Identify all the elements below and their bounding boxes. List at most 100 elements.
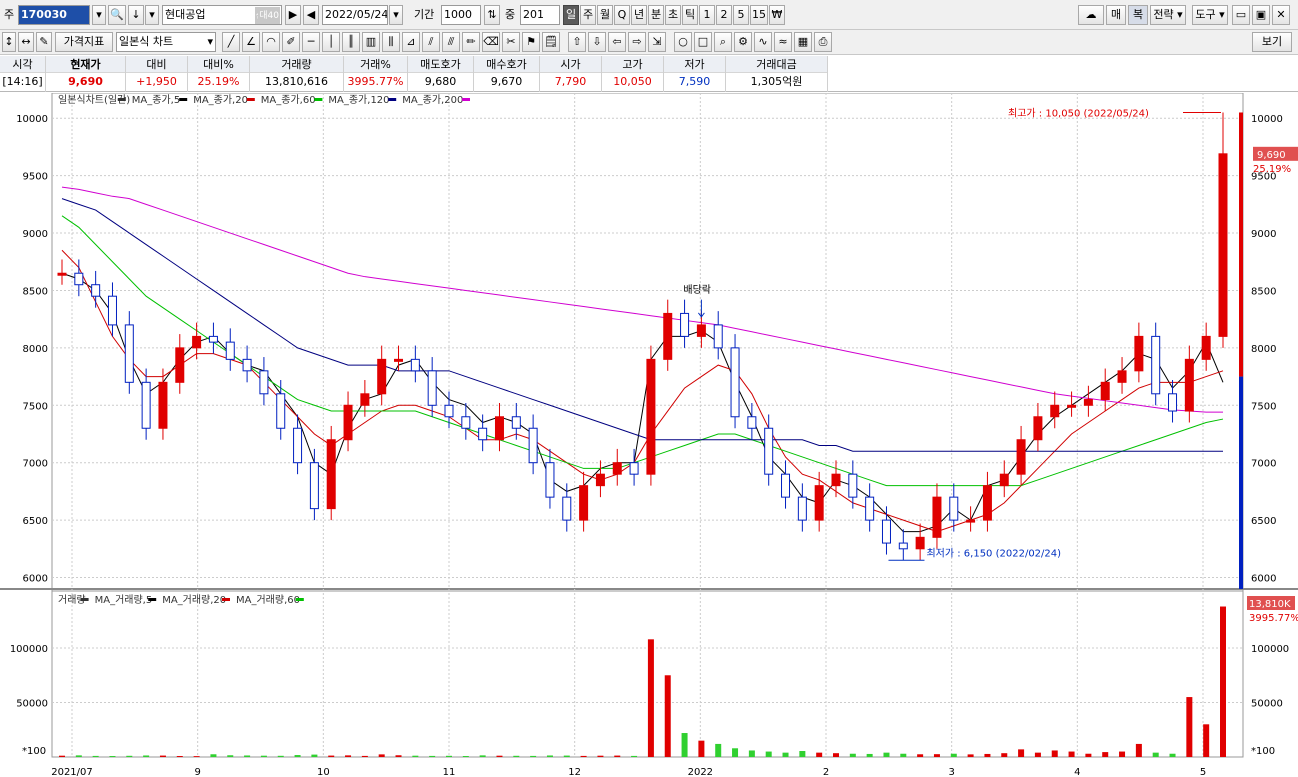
price-chart[interactable]: 6000 6000 6500 6500 7000 7000 7500 7500 8000 8000…: [0, 93, 1298, 777]
shift-right-icon[interactable]: ⇨: [628, 32, 646, 52]
candle-body: [1067, 404, 1077, 408]
next-arrow-icon[interactable]: ▶: [285, 5, 301, 25]
period-button-11[interactable]: 15: [750, 5, 768, 25]
shift-down-icon[interactable]: ⇩: [588, 32, 606, 52]
arc-tool-icon[interactable]: ◠: [262, 32, 280, 52]
volume-bar: [361, 755, 368, 757]
candle-body: [646, 358, 656, 475]
indicator-button[interactable]: 가격지표: [55, 32, 113, 52]
volume-bar: [227, 755, 234, 757]
price-tick-left: 9000: [23, 229, 48, 240]
grid-tool-icon[interactable]: ║: [342, 32, 360, 52]
left-right-icon[interactable]: ↔: [18, 32, 34, 52]
period-button-0[interactable]: 일: [563, 5, 579, 25]
price-tick-left: 10000: [16, 114, 48, 125]
vline-tool-icon[interactable]: │: [322, 32, 340, 52]
volume-bar: [1034, 752, 1041, 757]
edit-icon[interactable]: ✎: [36, 32, 52, 52]
candle-body: [1117, 370, 1127, 383]
period-button-8[interactable]: 1: [699, 5, 715, 25]
multi-wave-icon[interactable]: ≈: [774, 32, 792, 52]
period-button-1[interactable]: 주: [580, 5, 596, 25]
fib-tool-icon[interactable]: ▥: [362, 32, 380, 52]
pattern-tool-icon[interactable]: ⚑: [522, 32, 540, 52]
volume-tick-left: 100000: [10, 644, 48, 655]
stock-code-input[interactable]: 170030: [18, 5, 90, 25]
fan-tool-icon[interactable]: ✐: [282, 32, 300, 52]
code-dropdown-button[interactable]: ▾: [92, 5, 106, 25]
period-button-2[interactable]: 월: [597, 5, 613, 25]
volume-bar: [883, 752, 890, 757]
toolbar-right-button-2[interactable]: 전략 ▾: [1150, 5, 1186, 25]
quote-col-10: 저가 7,590: [664, 56, 726, 92]
export-icon[interactable]: ⇲: [648, 32, 666, 52]
folder-icon[interactable]: ▭: [1232, 5, 1250, 25]
price-legend-swatch: [179, 98, 188, 101]
erase-tool-icon[interactable]: ⌫: [482, 32, 500, 52]
toolbar-right-button-1[interactable]: 복: [1128, 5, 1148, 25]
volume-bar: [1186, 697, 1193, 757]
period-button-12[interactable]: ₩: [769, 5, 785, 25]
chart-type-select[interactable]: 일본식 차트 ▾: [116, 32, 216, 52]
candle-body: [293, 427, 303, 464]
quote-header: 시가: [540, 56, 601, 73]
channel-tool-icon[interactable]: ⫻: [442, 32, 460, 52]
quote-value: 9,690: [68, 75, 103, 88]
view-button[interactable]: 보기: [1252, 32, 1292, 52]
period-label: 기간: [414, 8, 435, 21]
cycle-tool-icon[interactable]: ⫼: [382, 32, 400, 52]
period-button-6[interactable]: 초: [665, 5, 681, 25]
shift-up-icon[interactable]: ⇧: [568, 32, 586, 52]
paint-tool-icon[interactable]: ✂: [502, 32, 520, 52]
x-tick-label: 5: [1200, 767, 1206, 777]
period-button-3[interactable]: Q: [614, 5, 630, 25]
price-legend-swatch: [462, 98, 470, 101]
prev-arrow-icon[interactable]: ◀: [303, 5, 319, 25]
rect-tool-icon[interactable]: □: [694, 32, 712, 52]
period-button-9[interactable]: 2: [716, 5, 732, 25]
up-down-icon[interactable]: ↕: [2, 32, 16, 52]
save-icon[interactable]: ▣: [1252, 5, 1270, 25]
note-tool-icon[interactable]: 🗒: [542, 32, 560, 52]
period-button-7[interactable]: 틱: [682, 5, 698, 25]
toolbar-right-button-3[interactable]: 도구 ▾: [1192, 5, 1228, 25]
wave-icon[interactable]: ∿: [754, 32, 772, 52]
trend-tool-icon[interactable]: ⫽: [422, 32, 440, 52]
quote-col-11: 거래대금 1,305억원: [726, 56, 828, 92]
hline-tool-icon[interactable]: ─: [302, 32, 320, 52]
link-icon[interactable]: ⇅: [484, 5, 500, 25]
volume-tick-right: 50000: [1251, 699, 1283, 710]
volume-bar: [1068, 751, 1075, 757]
cloud-icon[interactable]: ☁: [1078, 5, 1104, 25]
x-tick-label: 10: [317, 767, 330, 777]
date-dropdown-button[interactable]: ▾: [389, 5, 403, 25]
sort-icon[interactable]: ↓: [128, 5, 144, 25]
search-icon[interactable]: 🔍: [108, 5, 126, 25]
angle-tool-icon[interactable]: ∠: [242, 32, 260, 52]
period-button-4[interactable]: 년: [631, 5, 647, 25]
quote-col-2: 대비 +1,950: [126, 56, 188, 92]
list-dropdown-button[interactable]: ▾: [145, 5, 159, 25]
period-button-5[interactable]: 분: [648, 5, 664, 25]
date-input[interactable]: 2022/05/24: [322, 5, 388, 25]
count-input[interactable]: 201: [520, 5, 560, 25]
settings-icon[interactable]: ⚙: [734, 32, 752, 52]
period-input[interactable]: 1000: [441, 5, 481, 25]
line-tool-icon[interactable]: ╱: [222, 32, 240, 52]
candle-body: [1184, 358, 1194, 412]
shift-left-icon[interactable]: ⇦: [608, 32, 626, 52]
gann-tool-icon[interactable]: ⊿: [402, 32, 420, 52]
candle-body: [781, 473, 791, 498]
pencil-tool-icon[interactable]: ✏: [462, 32, 480, 52]
volume-bar: [176, 756, 183, 757]
volume-bar: [446, 755, 452, 757]
table-icon[interactable]: ▦: [794, 32, 812, 52]
zoom-icon[interactable]: ⌕: [714, 32, 732, 52]
close-icon[interactable]: ✕: [1272, 5, 1290, 25]
period-button-10[interactable]: 5: [733, 5, 749, 25]
circle-tool-icon[interactable]: ○: [674, 32, 692, 52]
candle-body: [764, 427, 774, 475]
candle-body: [1151, 335, 1161, 395]
toolbar-right-button-0[interactable]: 매: [1106, 5, 1126, 25]
print-icon[interactable]: ⎙: [814, 32, 832, 52]
